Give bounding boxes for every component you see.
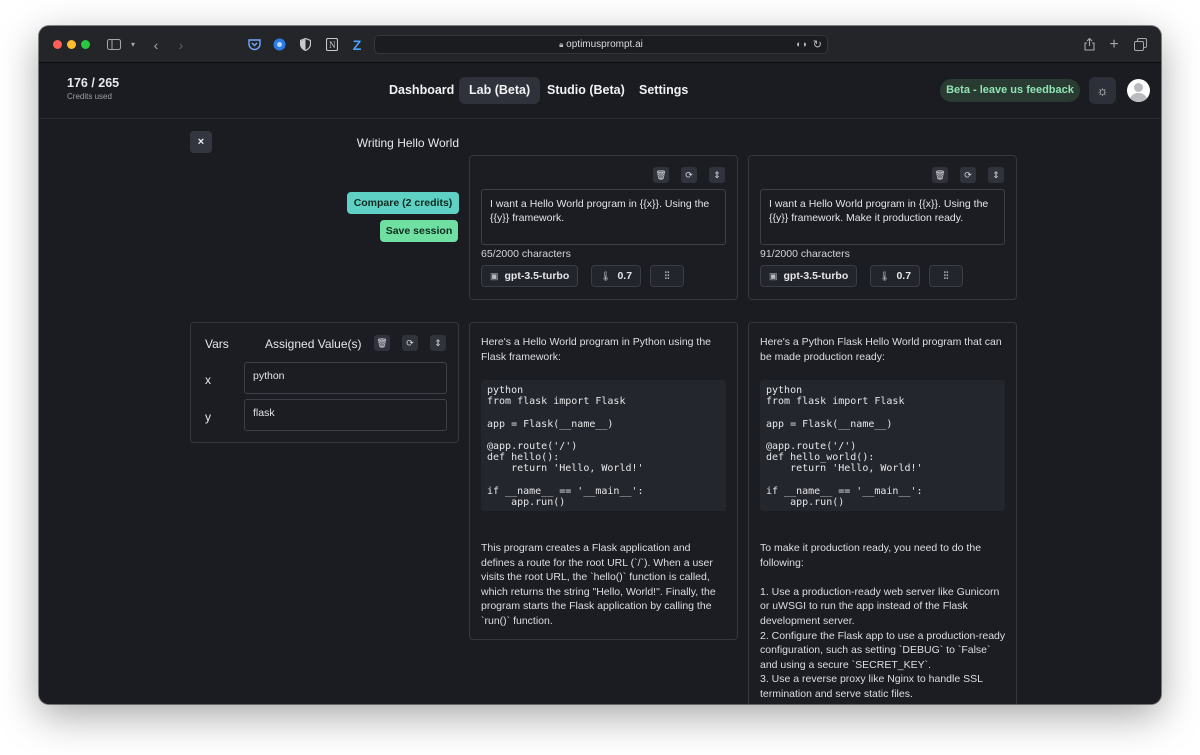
reload-icon[interactable]: ↻ <box>813 38 822 51</box>
model-icon: ▣ <box>490 271 499 281</box>
browser-toolbar: ▾ ‹ › N Z 🔒︎ optimusprompt.ai ◐◑ ↻ + <box>39 26 1161 63</box>
back-icon[interactable]: ‹ <box>150 37 162 53</box>
svg-text:N: N <box>329 40 336 50</box>
feedback-button[interactable]: Beta - leave us feedback <box>940 79 1080 102</box>
var-name-x: x <box>205 373 211 387</box>
output-code-block: python from flask import Flask app = Fla… <box>760 380 1005 511</box>
sliders-icon: ⫶⫶ <box>664 271 670 282</box>
zotero-extension-icon[interactable]: Z <box>350 37 364 53</box>
output-card-2: Here's a Python Flask Hello World progra… <box>748 322 1017 704</box>
temperature-selector[interactable]: 🌡︎ 0.7 <box>870 265 921 287</box>
expand-icon[interactable]: ⇕ <box>709 167 725 183</box>
model-icon: ▣ <box>769 271 778 281</box>
vars-card: Vars Assigned Value(s) 🗑︎ ⟳ ⇕ x python y… <box>190 322 459 443</box>
output-intro: Here's a Hello World program in Python u… <box>481 336 712 363</box>
char-count: 65/2000 characters <box>481 248 571 260</box>
nav-settings[interactable]: Settings <box>629 77 698 104</box>
nav-dashboard[interactable]: Dashboard <box>379 77 464 104</box>
settings-sliders-button[interactable]: ⫶⫶ <box>650 265 684 287</box>
app-body: 176 / 265 Credits used Dashboard Lab (Be… <box>39 63 1161 704</box>
delete-icon[interactable]: 🗑︎ <box>932 167 948 183</box>
model-selector[interactable]: ▣ gpt-3.5-turbo <box>481 265 579 287</box>
browser-window: ▾ ‹ › N Z 🔒︎ optimusprompt.ai ◐◑ ↻ + 176… <box>39 26 1161 704</box>
minimize-window-button[interactable] <box>67 40 76 49</box>
char-count: 91/2000 characters <box>760 248 850 260</box>
session-title: Writing Hello World <box>356 136 459 150</box>
sun-icon: ☼ <box>1096 83 1109 98</box>
save-session-button[interactable]: Save session <box>380 220 458 242</box>
privacy-report-icon[interactable]: ◐◑ <box>796 39 807 49</box>
prompt-card-1: 🗑︎ ⟳ ⇕ I want a Hello World program in {… <box>469 155 738 300</box>
shield-extension-icon[interactable] <box>298 37 312 52</box>
lock-icon: 🔒︎ <box>559 40 564 49</box>
output-intro: Here's a Python Flask Hello World progra… <box>760 336 1002 363</box>
close-session-button[interactable]: × <box>190 131 212 153</box>
avatar[interactable] <box>1127 79 1150 102</box>
chevron-down-icon[interactable]: ▾ <box>128 37 138 52</box>
model-selector[interactable]: ▣ gpt-3.5-turbo <box>760 265 858 287</box>
tab-overview-icon[interactable] <box>1133 37 1147 52</box>
temperature-selector[interactable]: 🌡︎ 0.7 <box>591 265 642 287</box>
var-name-y: y <box>205 410 211 424</box>
share-icon[interactable] <box>1082 37 1096 52</box>
refresh-icon[interactable]: ⟳ <box>681 167 697 183</box>
output-card-1: Here's a Hello World program in Python u… <box>469 322 738 640</box>
vars-column-header: Vars <box>205 337 229 351</box>
compare-button[interactable]: Compare (2 credits) <box>347 192 459 214</box>
nav-studio[interactable]: Studio (Beta) <box>537 77 635 104</box>
refresh-icon[interactable]: ⟳ <box>402 335 418 351</box>
prompt-input[interactable]: I want a Hello World program in {{x}}. U… <box>481 189 726 245</box>
url-text: optimusprompt.ai <box>566 39 643 50</box>
credits-counter: 176 / 265 <box>67 76 120 90</box>
forward-icon[interactable]: › <box>175 37 187 53</box>
thermometer-icon: 🌡︎ <box>600 271 612 281</box>
delete-icon[interactable]: 🗑︎ <box>374 335 390 351</box>
values-column-header: Assigned Value(s) <box>265 337 362 351</box>
close-window-button[interactable] <box>53 40 62 49</box>
settings-sliders-button[interactable]: ⫶⫶ <box>929 265 963 287</box>
prompt-input[interactable]: I want a Hello World program in {{x}}. U… <box>760 189 1005 245</box>
var-value-y[interactable]: flask <box>244 399 447 431</box>
nav-lab[interactable]: Lab (Beta) <box>459 77 541 104</box>
output-explanation: This program creates a Flask application… <box>481 542 716 627</box>
extension-badge-icon[interactable] <box>272 37 286 52</box>
prompt-card-2: 🗑︎ ⟳ ⇕ I want a Hello World program in {… <box>748 155 1017 300</box>
app-header: 176 / 265 Credits used Dashboard Lab (Be… <box>39 63 1161 119</box>
thermometer-icon: 🌡︎ <box>879 271 891 281</box>
pocket-extension-icon[interactable] <box>247 37 261 52</box>
output-code-block: python from flask import Flask app = Fla… <box>481 380 726 511</box>
refresh-icon[interactable]: ⟳ <box>960 167 976 183</box>
zoom-window-button[interactable] <box>81 40 90 49</box>
sidebar-toggle-icon[interactable] <box>107 37 121 52</box>
theme-toggle-button[interactable]: ☼ <box>1089 77 1116 104</box>
sliders-icon: ⫶⫶ <box>943 271 949 282</box>
credits-label: Credits used <box>67 92 112 101</box>
delete-icon[interactable]: 🗑︎ <box>653 167 669 183</box>
address-bar[interactable]: 🔒︎ optimusprompt.ai ◐◑ ↻ <box>374 35 828 54</box>
expand-icon[interactable]: ⇕ <box>430 335 446 351</box>
var-value-x[interactable]: python <box>244 362 447 394</box>
expand-icon[interactable]: ⇕ <box>988 167 1004 183</box>
output-explanation: To make it production ready, you need to… <box>760 542 1006 704</box>
new-tab-icon[interactable]: + <box>1107 36 1121 53</box>
notion-extension-icon[interactable]: N <box>325 37 339 52</box>
